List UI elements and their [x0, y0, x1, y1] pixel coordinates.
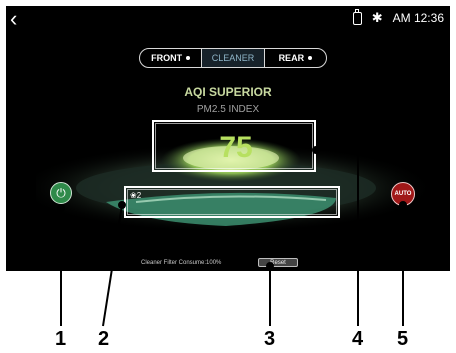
- aqi-status: AQI SUPERIOR: [184, 85, 272, 99]
- tab-rear[interactable]: REAR: [263, 49, 326, 67]
- back-arrow-icon[interactable]: ‹: [10, 7, 17, 31]
- reset-button[interactable]: Reset: [258, 258, 298, 267]
- pm-value-highlight: [152, 120, 316, 172]
- callout-5: 5: [397, 328, 409, 350]
- power-button[interactable]: ⏻: [50, 182, 72, 204]
- tab-bar: FRONT CLEANER REAR: [139, 48, 327, 68]
- fan-speed-highlight: [124, 186, 340, 218]
- status-bar: ‹ ✱ AM 12:36: [6, 6, 450, 32]
- callout-1: 1: [55, 328, 67, 350]
- callout-3: 3: [264, 328, 276, 350]
- callout-2: 2: [98, 328, 110, 350]
- auto-button[interactable]: AUTO: [391, 182, 415, 206]
- tab-cleaner[interactable]: CLEANER: [201, 49, 264, 67]
- indicator-dot: [308, 56, 313, 60]
- head-unit-screen: ‹ ✱ AM 12:36 FRONT CLEANER REAR AQI SUPE…: [6, 6, 450, 271]
- bluetooth-icon: ✱: [371, 10, 383, 25]
- pm-index-label: PM2.5 INDEX: [196, 104, 260, 115]
- callout-4: 4: [352, 328, 364, 350]
- clock: AM 12:36: [392, 11, 444, 25]
- fan-speed-indicator[interactable]: ❀2: [130, 191, 141, 200]
- tab-front[interactable]: FRONT: [140, 49, 201, 67]
- indicator-dot: [186, 56, 191, 60]
- usb-icon: [352, 8, 362, 25]
- filter-consume-text: Cleaner Filter Consume:100%: [141, 260, 222, 266]
- power-icon: ⏻: [56, 185, 66, 200]
